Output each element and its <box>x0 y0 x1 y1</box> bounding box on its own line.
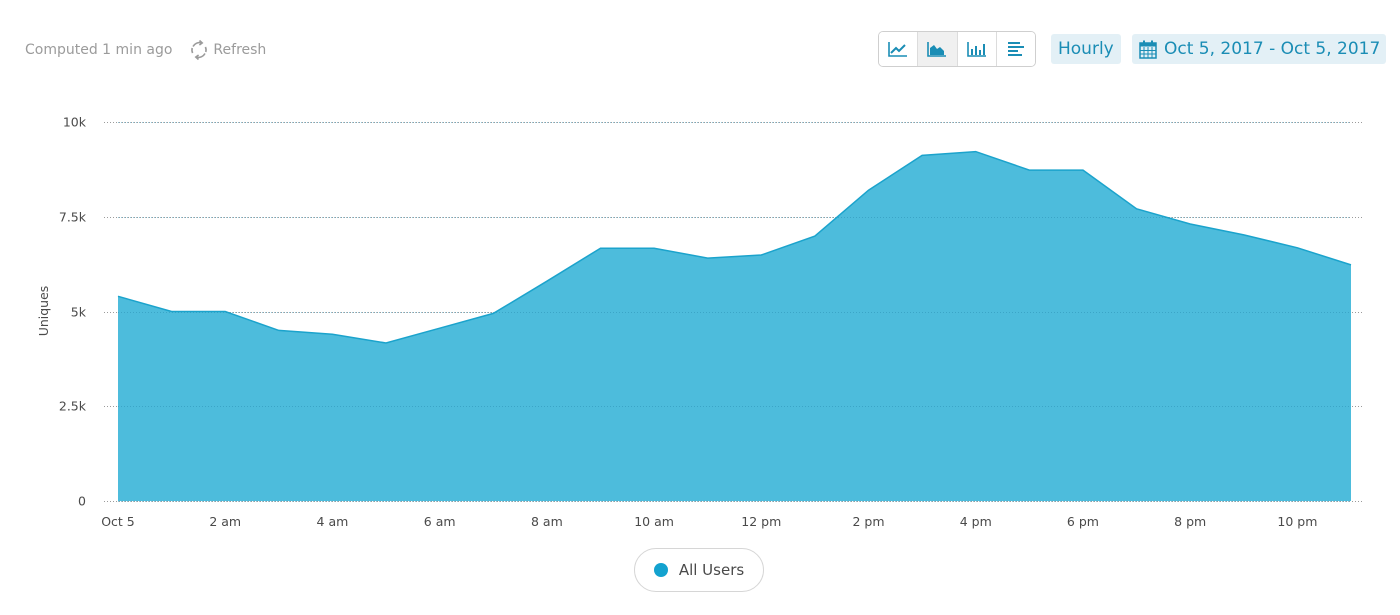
data-point[interactable] <box>916 149 928 161</box>
x-tick-label: 6 am <box>424 514 456 529</box>
y-tick-label: 5k <box>71 305 87 320</box>
data-point[interactable] <box>1077 164 1089 176</box>
legend-item-all-users[interactable]: All Users <box>634 548 764 592</box>
legend-color-dot <box>653 563 668 577</box>
x-axis-ticks: Oct 5 2 am 4 am 6 am 8 am 10 am 12 pm 2 pm 4 pm 6… <box>101 514 1317 529</box>
x-tick-label: 2 pm <box>852 514 884 529</box>
area-chart: 0 2.5k 5k 7.5k 10k Oct 5 2 am 4 am 6 am 8 am 10 a… <box>36 115 1364 529</box>
data-point[interactable] <box>1184 218 1196 230</box>
data-point[interactable] <box>970 146 982 158</box>
data-point[interactable] <box>434 322 446 334</box>
data-point[interactable] <box>487 307 499 319</box>
data-point[interactable] <box>380 337 392 349</box>
legend-label: All Users <box>678 561 745 579</box>
x-tick-label: 10 pm <box>1277 514 1317 529</box>
x-tick-label: 2 am <box>209 514 241 529</box>
x-tick-label: 8 am <box>531 514 563 529</box>
y-tick-label: 2.5k <box>59 399 87 414</box>
data-point[interactable] <box>755 249 767 261</box>
x-tick-label: 10 am <box>634 514 674 529</box>
x-tick-label: 4 pm <box>960 514 992 529</box>
data-point[interactable] <box>1345 259 1357 271</box>
data-point[interactable] <box>648 242 660 254</box>
y-axis-ticks: 0 2.5k 5k 7.5k 10k <box>59 115 87 509</box>
y-axis-label: Uniques <box>36 286 51 337</box>
data-point[interactable] <box>595 242 607 254</box>
data-point[interactable] <box>1238 229 1250 241</box>
data-point[interactable] <box>219 306 231 318</box>
data-point[interactable] <box>1291 242 1303 254</box>
y-tick-label: 10k <box>63 115 87 130</box>
x-tick-label: 6 pm <box>1067 514 1099 529</box>
data-point[interactable] <box>1023 164 1035 176</box>
data-point[interactable] <box>541 275 553 287</box>
data-point[interactable] <box>166 306 178 318</box>
data-point[interactable] <box>112 290 124 302</box>
data-point[interactable] <box>702 252 714 264</box>
data-point[interactable] <box>273 324 285 336</box>
data-point[interactable] <box>809 230 821 242</box>
x-tick-label: 8 pm <box>1174 514 1206 529</box>
data-point[interactable] <box>1131 203 1143 215</box>
x-tick-label: 4 am <box>317 514 349 529</box>
data-point[interactable] <box>863 184 875 196</box>
x-tick-label: Oct 5 <box>101 514 135 529</box>
data-point[interactable] <box>326 328 338 340</box>
x-tick-label: 12 pm <box>741 514 781 529</box>
y-tick-label: 7.5k <box>59 210 87 225</box>
y-tick-label: 0 <box>78 494 86 509</box>
series-area-fill <box>118 151 1351 501</box>
series-area <box>112 122 1357 502</box>
